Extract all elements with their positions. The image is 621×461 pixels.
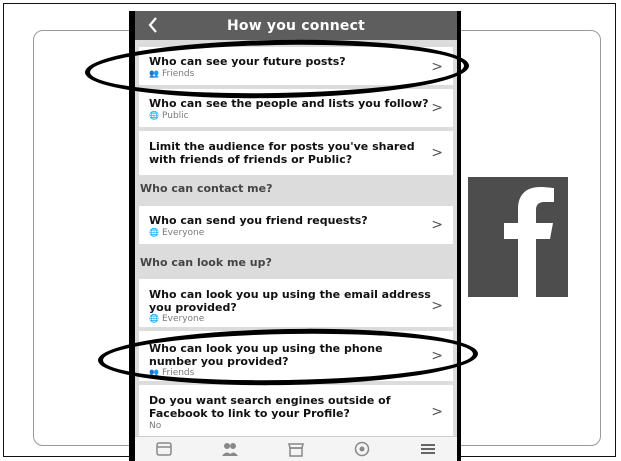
setting-value: Everyone [161,314,205,324]
navigation-bar: How you connect [135,11,457,40]
phone-screen: How you connect Who can see your future … [135,11,457,461]
setting-lookup-email[interactable]: Who can look you up using the email addr… [139,279,453,327]
chevron-right-icon: > [431,59,443,75]
friends-icon[interactable] [221,441,239,457]
setting-future-posts[interactable]: Who can see your future posts? 👥 Friends … [139,47,453,85]
setting-people-you-follow[interactable]: Who can see the people and lists you fol… [139,89,453,127]
setting-title: Who can see the people and lists you fol… [149,97,429,110]
setting-value: Friends [161,69,195,79]
phone-frame: How you connect Who can see your future … [129,11,461,461]
setting-search-engines[interactable]: Do you want search engines outside of Fa… [139,385,453,437]
facebook-logo [468,177,568,297]
globe-icon: 🌐 [149,314,159,323]
page-title: How you connect [226,18,366,34]
setting-value: Friends [161,368,195,378]
setting-value: Public [161,111,189,121]
chevron-right-icon: > [431,145,443,161]
chevron-right-icon: > [431,100,443,116]
bottom-tab-bar [135,436,457,461]
globe-icon: 🌐 [149,228,159,237]
chevron-right-icon: > [431,217,443,233]
setting-title: Who can send you friend requests? [149,214,368,227]
setting-title: Do you want search engines outside of Fa… [149,394,391,420]
friends-icon: 👥 [149,69,159,78]
friends-icon: 👥 [149,368,159,377]
section-header-contact: Who can contact me? [140,182,273,195]
notifications-icon[interactable] [353,441,371,457]
setting-value: No [149,421,162,431]
setting-value: Everyone [161,228,205,238]
globe-icon: 🌐 [149,111,159,120]
setting-title: Who can look you up using the phone numb… [149,342,383,368]
marketplace-icon[interactable] [287,441,305,457]
setting-title: Who can see your future posts? [149,55,346,68]
setting-friend-requests[interactable]: Who can send you friend requests? 🌐 Every… [139,206,453,244]
chevron-right-icon: > [431,298,443,314]
setting-title: Limit the audience for posts you've shar… [149,140,415,166]
news-feed-icon[interactable] [155,441,173,457]
menu-icon[interactable] [419,441,437,457]
chevron-right-icon: > [431,404,443,420]
setting-title: Who can look you up using the email addr… [149,288,431,314]
chevron-right-icon: > [431,348,443,364]
section-header-lookup: Who can look me up? [140,256,272,269]
setting-lookup-phone[interactable]: Who can look you up using the phone numb… [139,331,453,381]
setting-limit-past-posts[interactable]: Limit the audience for posts you've shar… [139,131,453,175]
